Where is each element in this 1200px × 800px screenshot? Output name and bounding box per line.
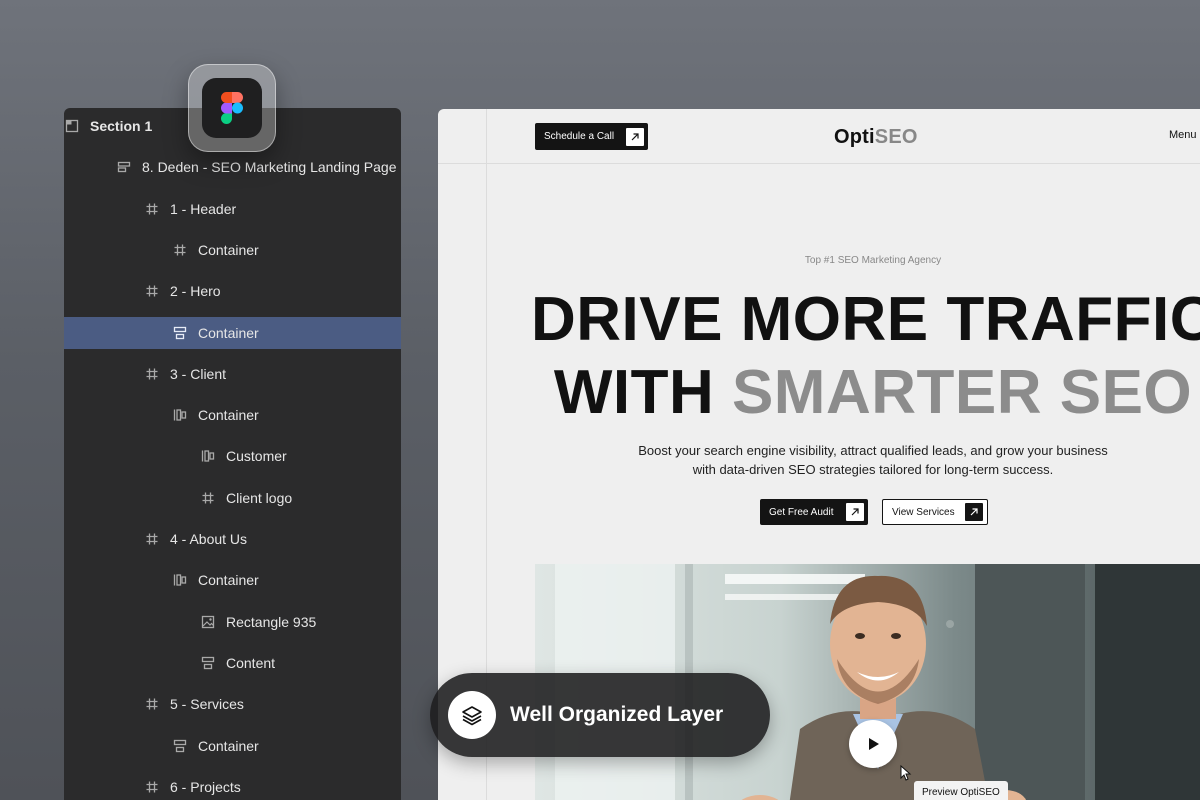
layers-stack-icon [448,691,496,739]
hash-frame-icon [144,283,160,299]
vertical-stack-icon [200,655,216,671]
hash-frame-icon [144,779,160,795]
layer-label: Container [198,572,259,589]
layer-label: Container [198,324,259,341]
hash-frame-icon [144,696,160,712]
headline-dark-part: WITH [553,358,715,427]
vertical-stack-icon [172,738,188,754]
feature-badge-label: Well Organized Layer [510,703,724,726]
play-icon [869,738,879,750]
arrow-up-right-icon [626,127,644,146]
layer-label: Container [198,241,259,258]
layer-row[interactable]: Client logo [64,482,401,514]
layer-label: 5 - Services [170,696,244,713]
layer-label: Container [198,737,259,754]
hero-headline-line2: WITH SMARTER SEO [438,362,1200,424]
view-services-label: View Services [892,506,955,518]
layer-row[interactable]: Container [64,564,401,596]
figma-app-tile [188,64,276,152]
hash-frame-icon [200,490,216,506]
layer-label: 4 - About Us [170,531,248,547]
layer-row[interactable]: 2 - Hero [64,275,401,307]
layer-label: 2 - Hero [170,283,221,300]
get-free-audit-button[interactable]: Get Free Audit [760,499,868,525]
layer-label: Customer [226,448,287,465]
logo-text-seo: SEO [874,126,918,148]
layer-label: Container [198,407,259,424]
hash-frame-icon [172,242,188,258]
layer-label: 6 - Projects [170,778,241,795]
preview-tooltip: Preview OptiSEO [914,781,1008,800]
pointer-cursor-icon [900,765,912,781]
layer-label: Content [226,654,276,671]
layer-row[interactable]: Container [64,730,401,762]
layer-row[interactable]: 3 - Client [64,358,401,390]
horizontal-stack-icon [172,572,188,588]
schedule-call-button[interactable]: Schedule a Call [535,123,648,150]
feature-badge: Well Organized Layer [430,673,770,757]
header-divider [438,163,1200,164]
arrow-up-right-icon [965,503,983,521]
arrow-up-right-icon [846,503,864,521]
image-icon [200,614,216,630]
layer-row[interactable]: Container [64,316,401,349]
schedule-call-label: Schedule a Call [544,131,615,142]
layers-panel: Section 1 8. Deden - SEO Marketing Landin… [64,108,401,800]
get-free-audit-label: Get Free Audit [769,506,834,518]
layer-label: Section 1 [90,118,153,134]
hero-subtext-line1: Boost your search engine visibility, att… [638,443,1108,458]
horizontal-stack-icon [200,448,216,464]
vertical-stack-icon [172,325,188,341]
layer-row[interactable]: Container [64,234,401,266]
view-services-button[interactable]: View Services [882,499,988,525]
logo-text-opti: Opti [834,126,875,148]
hash-frame-icon [144,366,160,382]
frame-auto-layout-icon [116,159,132,175]
layer-label: 3 - Client [170,365,227,382]
layer-label: Rectangle 935 [226,613,317,630]
horizontal-stack-icon [172,407,188,423]
figma-logo-icon [202,78,262,138]
hash-frame-icon [144,201,160,217]
layer-row[interactable]: 4 - About Us [64,523,401,555]
layer-row[interactable]: Rectangle 935 [64,606,401,638]
hero-headline-line1: DRIVE MORE TRAFFIC [530,285,1200,354]
layer-label: 1 - Header [170,200,237,217]
layer-row[interactable]: Content [64,647,401,679]
hero-subtext-line2: with data-driven SEO strategies tailored… [692,462,1054,477]
headline-grey-part: SMARTER SEO [731,358,1193,427]
play-video-button[interactable] [849,720,897,768]
hash-frame-icon [144,531,160,547]
menu-link[interactable]: Menu [1169,129,1197,141]
layer-row[interactable]: Container [64,399,401,431]
layer-row[interactable]: 8. Deden - SEO Marketing Landing Page [64,151,401,183]
section-icon [64,118,80,134]
hero-eyebrow: Top #1 SEO Marketing Agency [804,255,942,266]
layer-row[interactable]: 1 - Header [64,193,401,225]
layer-row[interactable]: 6 - Projects [64,771,401,800]
site-logo[interactable]: OptiSEO [834,126,918,149]
layer-row[interactable]: Customer [64,440,401,472]
layer-label: Client logo [226,489,293,506]
layer-label: 8. Deden - SEO Marketing Landing Page [142,159,397,176]
layer-row[interactable]: 5 - Services [64,688,401,720]
